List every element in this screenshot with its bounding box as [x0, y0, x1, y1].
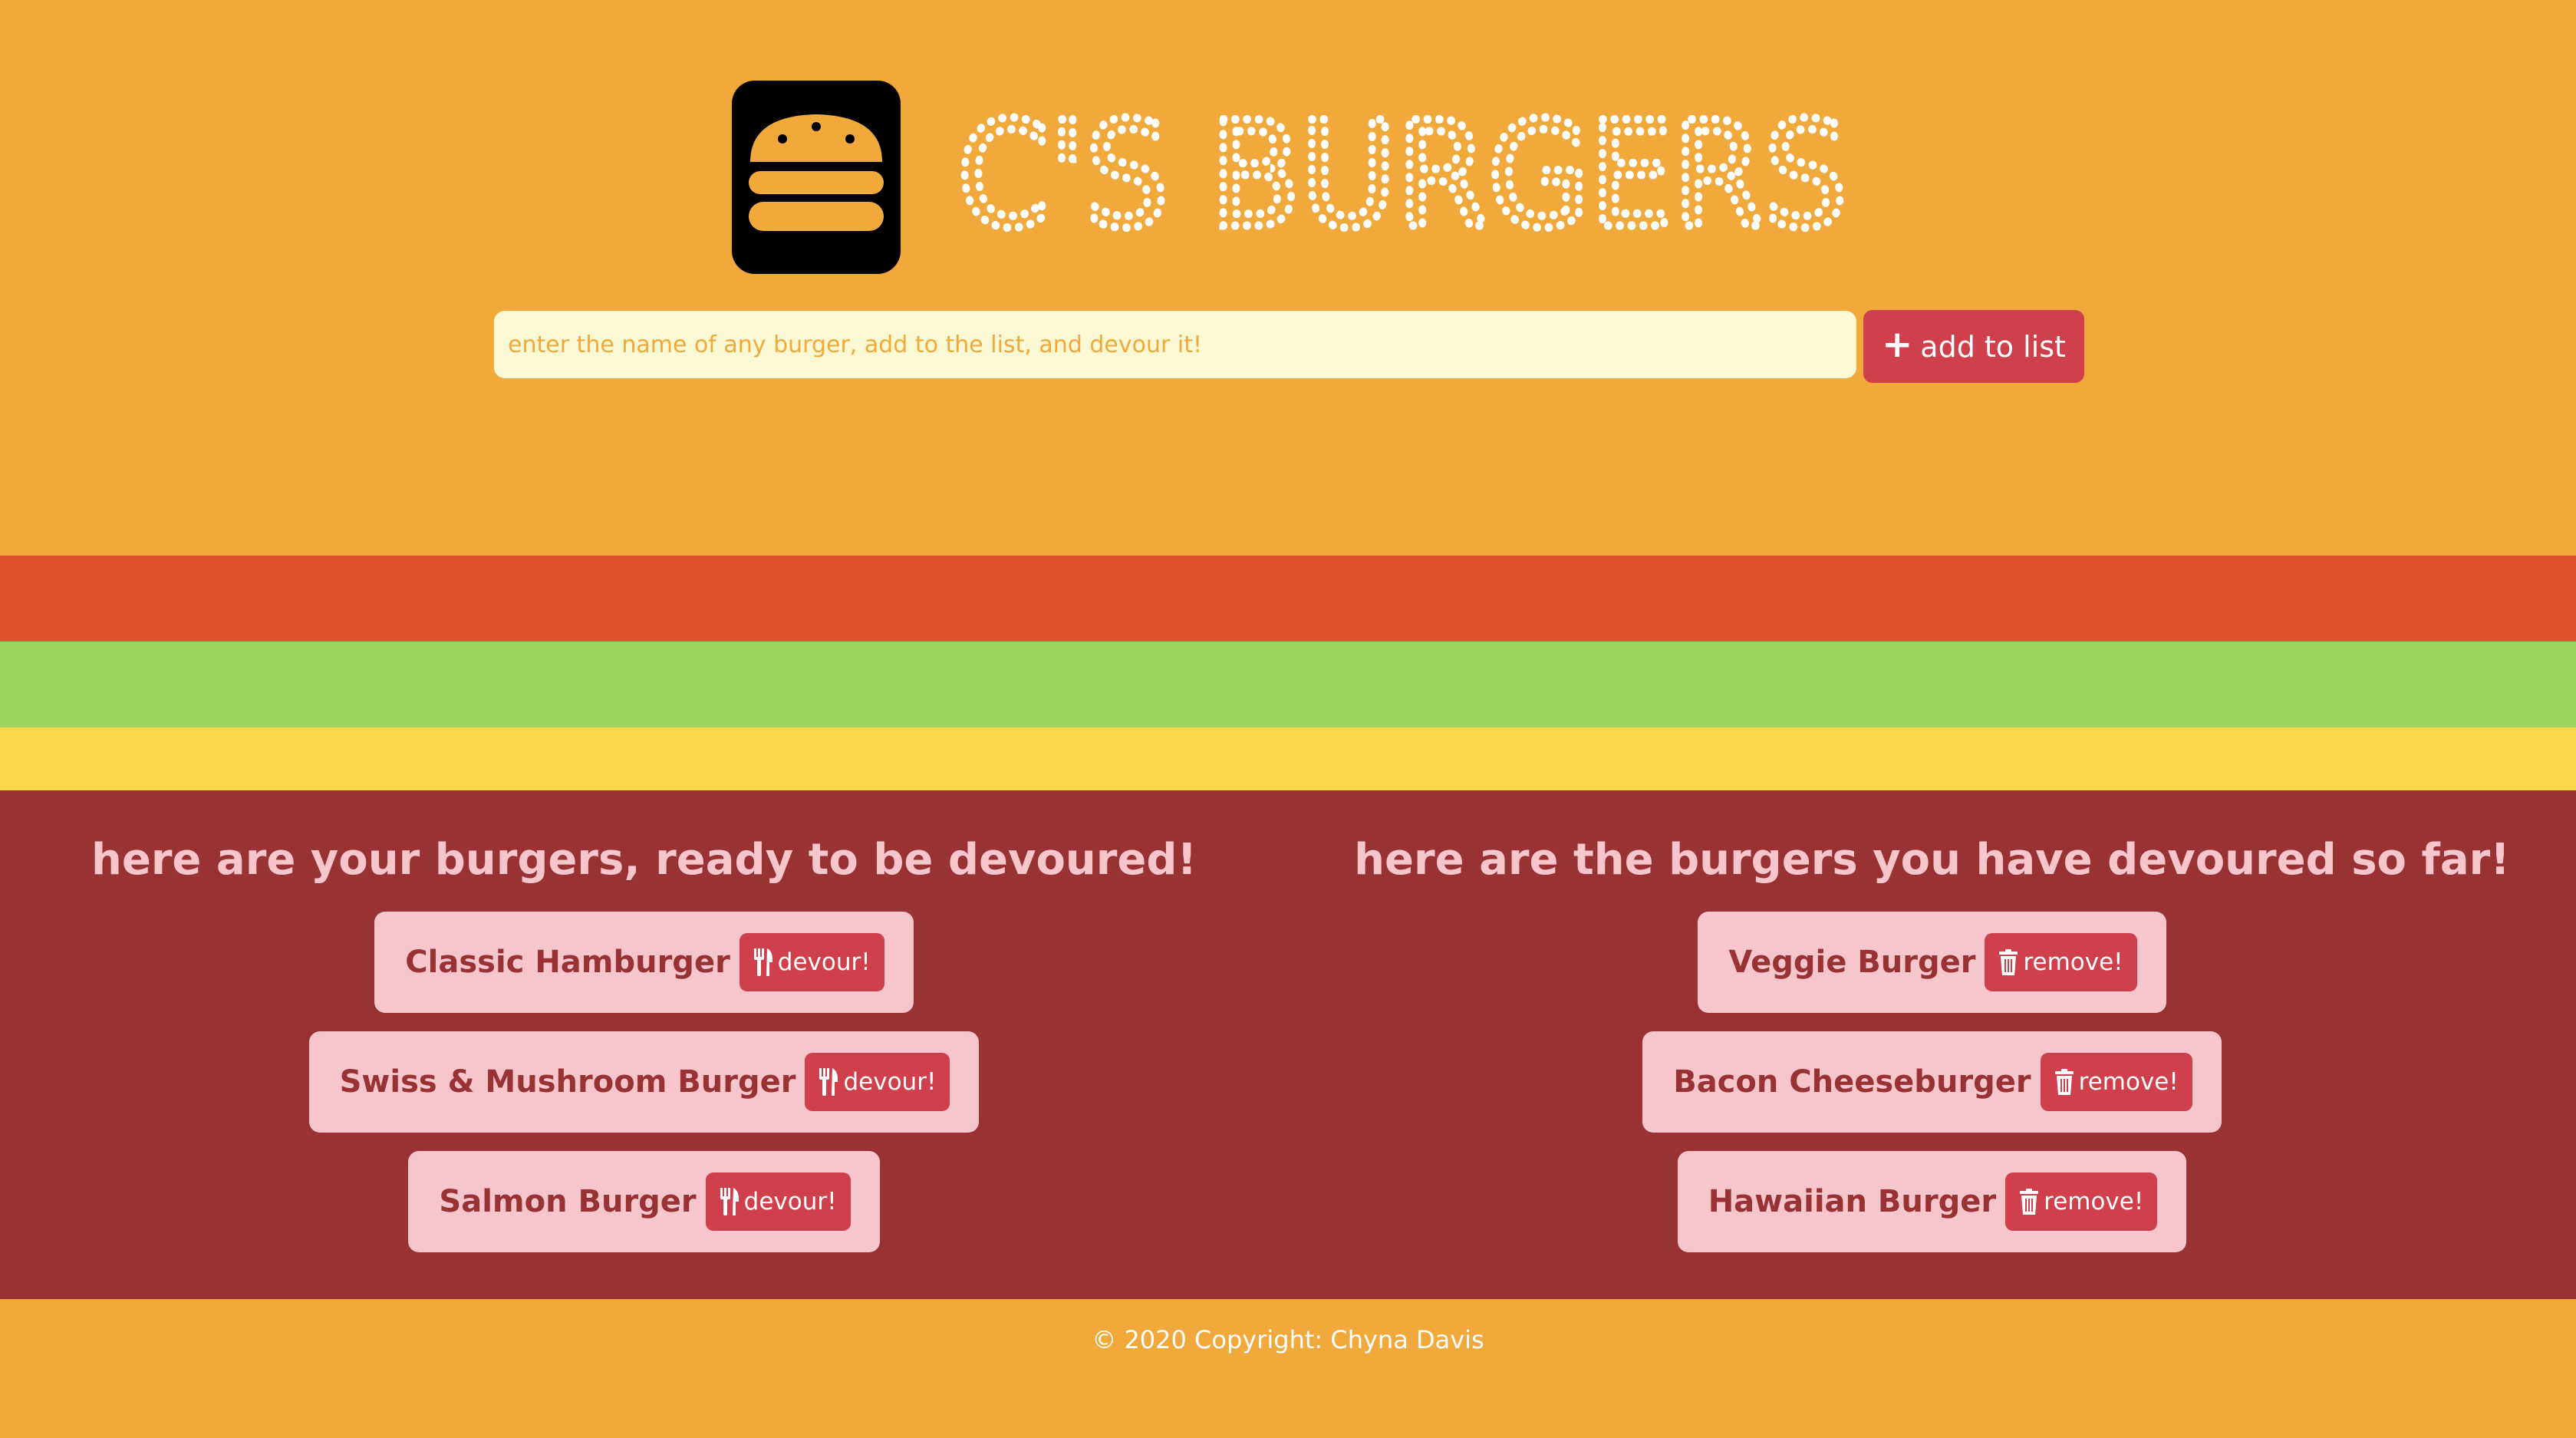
ready-list: Classic Hamburger devour! Swiss & Mushro… — [308, 912, 980, 1252]
devour-label: devour! — [743, 1188, 837, 1215]
remove-label: remove! — [2044, 1188, 2144, 1215]
ready-burger-card: Salmon Burger devour! — [408, 1151, 880, 1252]
remove-button[interactable]: remove! — [2040, 1053, 2192, 1111]
devour-button[interactable]: devour! — [805, 1053, 950, 1111]
devour-label: devour! — [777, 948, 871, 976]
devoured-column: here are the burgers you have devoured s… — [1288, 790, 2576, 1252]
utensils-icon — [720, 1188, 739, 1215]
trash-icon — [2020, 1189, 2039, 1215]
add-to-list-label: add to list — [1920, 329, 2066, 364]
devoured-burger-card: Veggie Burger remove! — [1698, 912, 2166, 1013]
burger-name: Bacon Cheeseburger — [1673, 1064, 2031, 1100]
trash-icon — [2054, 1069, 2074, 1095]
ready-burger-card: Classic Hamburger devour! — [374, 912, 914, 1013]
devour-button[interactable]: devour! — [739, 933, 884, 991]
burger-lists: here are your burgers, ready to be devou… — [0, 790, 2576, 1299]
trash-icon — [1999, 949, 2018, 975]
devoured-burger-card: Hawaiian Burger remove! — [1677, 1151, 2187, 1252]
remove-button[interactable]: remove! — [1985, 933, 2137, 991]
header: C'S BURGERS + add to list — [0, 0, 2576, 556]
ready-heading: here are your burgers, ready to be devou… — [91, 835, 1197, 885]
burger-name: Swiss & Mushroom Burger — [339, 1064, 796, 1100]
copyright-text: © 2020 Copyright: Chyna Davis — [1092, 1325, 1484, 1354]
devour-button[interactable]: devour! — [705, 1172, 851, 1231]
remove-label: remove! — [2023, 948, 2123, 976]
burger-name: Hawaiian Burger — [1708, 1184, 1997, 1219]
remove-label: remove! — [2078, 1068, 2179, 1096]
burger-icon — [749, 114, 884, 231]
burger-name: Classic Hamburger — [405, 945, 730, 980]
logo — [732, 81, 901, 274]
burger-name: Veggie Burger — [1728, 945, 1976, 980]
add-to-list-button[interactable]: + add to list — [1863, 310, 2084, 383]
utensils-icon — [753, 948, 772, 976]
plus-icon: + — [1882, 322, 1913, 366]
devoured-heading: here are the burgers you have devoured s… — [1354, 835, 2510, 885]
utensils-icon — [819, 1068, 838, 1096]
ready-column: here are your burgers, ready to be devou… — [0, 790, 1288, 1252]
devoured-list: Veggie Burger remove! Bacon Cheeseburger — [1642, 912, 2222, 1252]
burger-name: Salmon Burger — [439, 1184, 697, 1219]
tomato-stripe — [0, 556, 2576, 641]
site-title: C'S BURGERS — [957, 100, 1863, 238]
site-title-text: C'S BURGERS — [957, 100, 1847, 238]
ready-burger-card: Swiss & Mushroom Burger devour! — [308, 1031, 980, 1133]
footer: © 2020 Copyright: Chyna Davis — [0, 1299, 2576, 1438]
devour-label: devour! — [843, 1068, 937, 1096]
burger-name-input[interactable] — [494, 311, 1856, 378]
cheese-stripe — [0, 727, 2576, 790]
remove-button[interactable]: remove! — [2005, 1172, 2158, 1231]
lettuce-stripe — [0, 641, 2576, 727]
devoured-burger-card: Bacon Cheeseburger remove! — [1642, 1031, 2222, 1133]
